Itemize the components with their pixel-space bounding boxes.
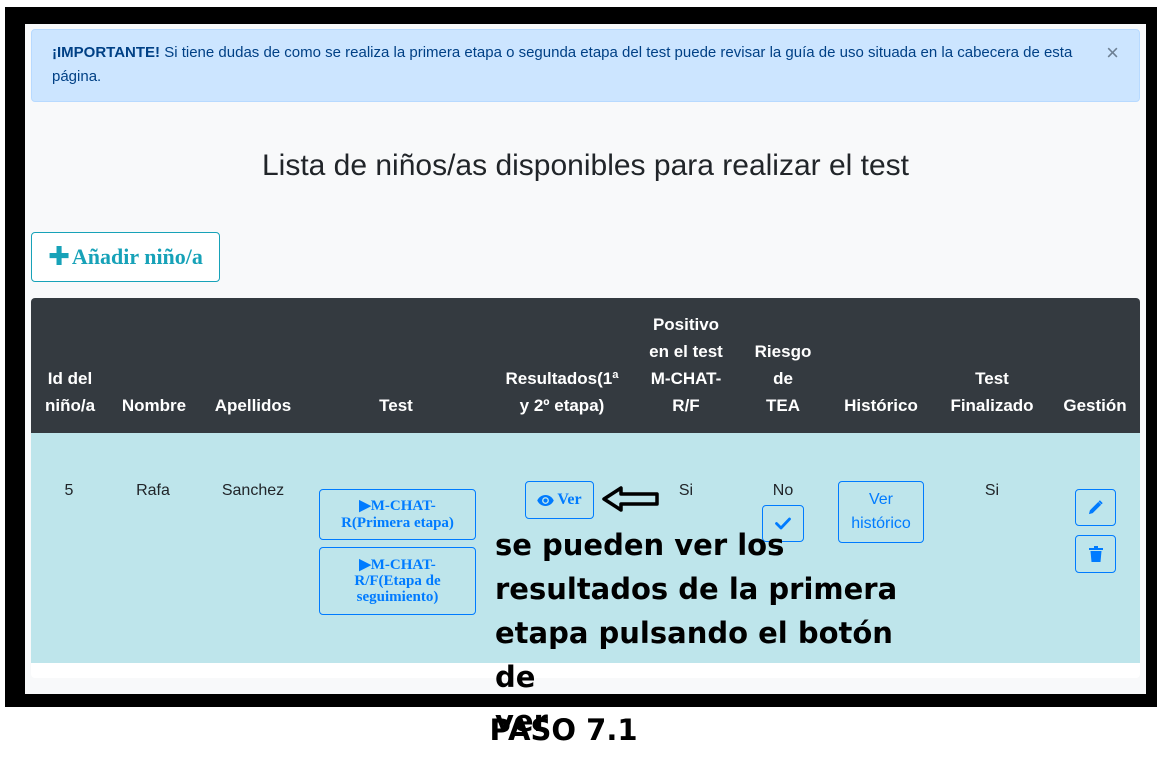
cell-positivo: Si: [678, 482, 694, 499]
left-arrow-annotation-icon: [602, 486, 659, 512]
play-icon: ▶: [359, 557, 371, 573]
plus-icon: ✚: [48, 242, 70, 272]
cell-apellidos: Sanchez: [221, 482, 285, 499]
add-child-label: Añadir niño/a: [71, 244, 203, 269]
th-test: Test: [379, 396, 413, 415]
cell-nombre: Rafa: [136, 482, 170, 499]
th-apellidos: Apellidos: [214, 396, 292, 415]
pencil-icon: [1088, 500, 1103, 515]
th-finalizado: Test Finalizado: [950, 369, 1034, 415]
th-nombre: Nombre: [121, 396, 187, 415]
th-id: Id del niño/a: [44, 369, 96, 415]
th-positivo: Positivo en el test M-CHAT- R/F: [649, 315, 723, 415]
test-followup-button[interactable]: ▶M-CHAT- R/F(Etapa de seguimiento): [319, 547, 476, 615]
table-header: Id del niño/a Nombre Apellidos Test Resul…: [31, 298, 1140, 433]
info-alert: ¡IMPORTANTE! Si tiene dudas de como se r…: [31, 29, 1140, 102]
eye-icon: [537, 494, 555, 506]
annotation-text: se pueden ver los resultados de la prime…: [495, 528, 898, 738]
trash-icon: [1088, 546, 1103, 562]
cell-id: 5: [64, 482, 74, 499]
view-results-label: Ver: [557, 491, 582, 508]
view-results-button[interactable]: Ver: [525, 481, 594, 519]
edit-button[interactable]: [1075, 489, 1116, 526]
cell-finalizado: Si: [984, 482, 1000, 499]
th-gestion: Gestión: [1063, 396, 1127, 415]
cell-riesgo: No: [772, 482, 794, 499]
play-icon: ▶: [359, 497, 371, 514]
th-resultados: Resultados(1ª y 2º etapa): [505, 369, 619, 415]
delete-button[interactable]: [1075, 535, 1116, 573]
alert-text: Si tiene dudas de como se realiza la pri…: [52, 44, 1073, 85]
add-child-button[interactable]: ✚ Añadir niño/a: [31, 232, 220, 282]
th-riesgo: Riesgo de TEA: [754, 342, 812, 415]
th-historico: Histórico: [844, 396, 918, 415]
alert-strong: ¡IMPORTANTE!: [52, 44, 161, 61]
test-first-stage-button[interactable]: ▶M-CHAT- R(Primera etapa): [319, 489, 476, 540]
page-title: Lista de niños/as disponibles para reali…: [261, 149, 910, 182]
close-icon[interactable]: ×: [1106, 42, 1119, 64]
